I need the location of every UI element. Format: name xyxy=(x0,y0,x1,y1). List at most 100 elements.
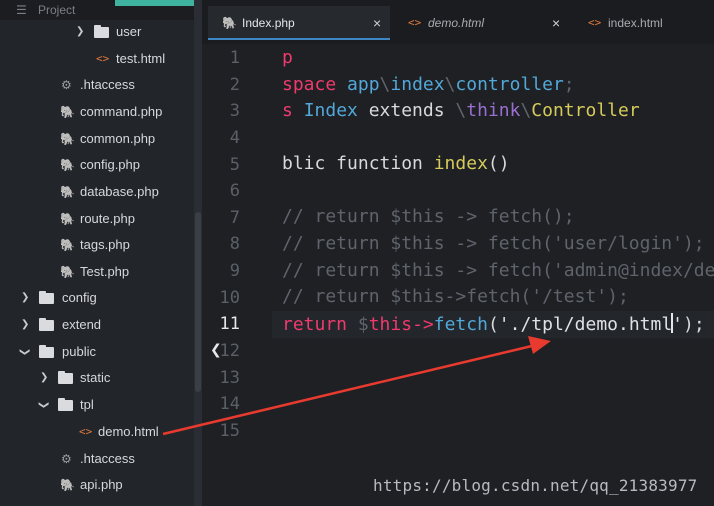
code-token: fetch xyxy=(433,314,488,335)
html-icon: <> xyxy=(588,16,602,29)
tree-folder-config[interactable]: ❯ config xyxy=(0,285,194,311)
php-elephant-icon: 🐘 xyxy=(60,185,75,199)
code-token: \ xyxy=(379,74,391,95)
tree-item-label: database.php xyxy=(80,184,159,199)
folder-icon xyxy=(58,371,73,384)
tree-item-label: test.html xyxy=(116,51,166,66)
code-line-7[interactable]: // return $this -> fetch(); xyxy=(282,206,575,227)
tree-file-tags-php[interactable]: 🐘 tags.php xyxy=(0,232,194,258)
tree-item-label: route.php xyxy=(80,211,135,226)
code-token: return xyxy=(282,314,358,335)
line-number: 15 xyxy=(219,421,240,441)
sidebar-header: ☰ Project xyxy=(0,0,202,20)
php-elephant-icon: 🐘 xyxy=(60,105,75,119)
code-token: ); xyxy=(683,314,705,335)
tree-item-label: demo.html xyxy=(98,424,159,439)
tree-folder-user[interactable]: ❯ user xyxy=(0,19,194,45)
tree-item-label: Test.php xyxy=(80,264,130,279)
folder-icon xyxy=(94,25,109,38)
watermark: https://blog.csdn.net/qq_21383977 xyxy=(373,476,698,495)
chevron-down-icon: ❯ xyxy=(19,347,31,357)
tree-file-database-php[interactable]: 🐘 database.php xyxy=(0,179,194,205)
php-elephant-icon: 🐘 xyxy=(60,478,75,492)
sidebar-scrollbar-thumb[interactable] xyxy=(195,212,201,392)
code-token: p xyxy=(282,47,293,68)
code-token: \ xyxy=(444,74,456,95)
line-number: 7 xyxy=(229,208,240,228)
tree-folder-extend[interactable]: ❯ extend xyxy=(0,312,194,338)
tree-file-command-php[interactable]: 🐘 command.php xyxy=(0,99,194,125)
tab-index-php[interactable]: 🐘 Index.php × xyxy=(208,6,390,40)
folder-icon xyxy=(39,345,54,358)
code-token: $ xyxy=(357,314,369,335)
code-token: ' xyxy=(672,314,684,335)
code-line-5[interactable]: blic function index() xyxy=(282,153,510,174)
line-number: 3 xyxy=(229,101,240,121)
tree-folder-static[interactable]: ❯ static xyxy=(0,365,194,391)
tree-file-htaccess-public[interactable]: ⚙ .htaccess xyxy=(0,446,194,472)
tab-label: demo.html xyxy=(428,16,485,30)
tree-file-api-php[interactable]: 🐘 api.php xyxy=(0,472,194,498)
chevron-right-icon: ❯ xyxy=(21,292,30,303)
line-number: 2 xyxy=(229,75,240,95)
line-number: 6 xyxy=(229,181,240,201)
chevron-right-icon: ❯ xyxy=(21,319,30,330)
tree-file-test-php[interactable]: 🐘 Test.php xyxy=(0,259,194,285)
chevron-right-icon: ❯ xyxy=(76,26,85,37)
code-token: this xyxy=(368,314,413,335)
line-number-current: 11 xyxy=(219,314,240,334)
code-line-9[interactable]: // return $this -> fetch('admin@index/de xyxy=(282,260,714,281)
chevron-left-icon[interactable]: ❮ xyxy=(210,342,222,358)
code-token: index xyxy=(390,74,445,95)
code-line-11[interactable]: return $this->fetch('./tpl/demo.html'); xyxy=(282,313,705,335)
tree-folder-public[interactable]: ❯ public xyxy=(0,339,194,365)
project-sidebar: ☰ Project ❯ user <> test.html ⚙ .htacces… xyxy=(0,0,202,506)
code-line-2[interactable]: space app\index\controller; xyxy=(282,74,575,95)
line-number: 5 xyxy=(229,155,240,175)
tab-demo-html[interactable]: <> demo.html × xyxy=(394,6,570,40)
code-token: -> xyxy=(412,314,434,335)
chevron-right-icon: ❯ xyxy=(40,372,49,383)
tree-file-htaccess[interactable]: ⚙ .htaccess xyxy=(0,72,194,98)
tree-folder-tpl[interactable]: ❯ tpl xyxy=(0,392,194,418)
tab-label: index.html xyxy=(608,16,663,30)
tree-item-label: tags.php xyxy=(80,237,130,252)
code-line-10[interactable]: // return $this->fetch('/test'); xyxy=(282,286,629,307)
php-elephant-icon: 🐘 xyxy=(60,238,75,252)
close-icon[interactable]: × xyxy=(373,6,381,40)
tree-item-label: common.php xyxy=(80,131,156,146)
tree-item-label: public xyxy=(62,344,96,359)
code-token: \ xyxy=(520,100,532,121)
tab-index-html[interactable]: <> index.html xyxy=(574,6,714,40)
folder-icon xyxy=(39,318,54,331)
code-line-3[interactable]: s Index extends \think\Controller xyxy=(282,100,640,121)
html-icon: <> xyxy=(408,16,422,29)
close-icon[interactable]: × xyxy=(552,6,560,40)
sidebar-scrollbar[interactable] xyxy=(194,0,202,506)
code-editor: 🐘 Index.php × <> demo.html × <> index.ht… xyxy=(202,0,714,506)
folder-icon xyxy=(58,398,73,411)
folder-icon xyxy=(39,291,54,304)
php-elephant-icon: 🐘 xyxy=(222,16,237,30)
tree-item-label: config.php xyxy=(80,157,140,172)
tree-file-config-php[interactable]: 🐘 config.php xyxy=(0,152,194,178)
line-number: 10 xyxy=(219,288,240,308)
sidebar-title: Project xyxy=(38,3,76,17)
tree-item-label: user xyxy=(116,24,142,39)
code-line-1[interactable]: p xyxy=(282,47,293,68)
tree-file-common-php[interactable]: 🐘 common.php xyxy=(0,126,194,152)
tree-item-label: config xyxy=(62,290,97,305)
code-token: ; xyxy=(563,74,575,95)
code-token: Controller xyxy=(531,100,640,121)
code-token: blic function xyxy=(282,153,434,174)
tree-item-label: static xyxy=(80,370,111,385)
tree-file-route-php[interactable]: 🐘 route.php xyxy=(0,206,194,232)
tree-file-test-html[interactable]: <> test.html xyxy=(0,46,194,72)
code-token: \ xyxy=(455,100,467,121)
hamburger-icon[interactable]: ☰ xyxy=(16,0,27,20)
code-line-8[interactable]: // return $this -> fetch('user/login'); xyxy=(282,233,705,254)
code-token: app xyxy=(347,74,380,95)
header-accent-strip xyxy=(115,0,202,6)
tree-file-demo-html[interactable]: <> demo.html xyxy=(0,419,194,445)
php-elephant-icon: 🐘 xyxy=(60,132,75,146)
